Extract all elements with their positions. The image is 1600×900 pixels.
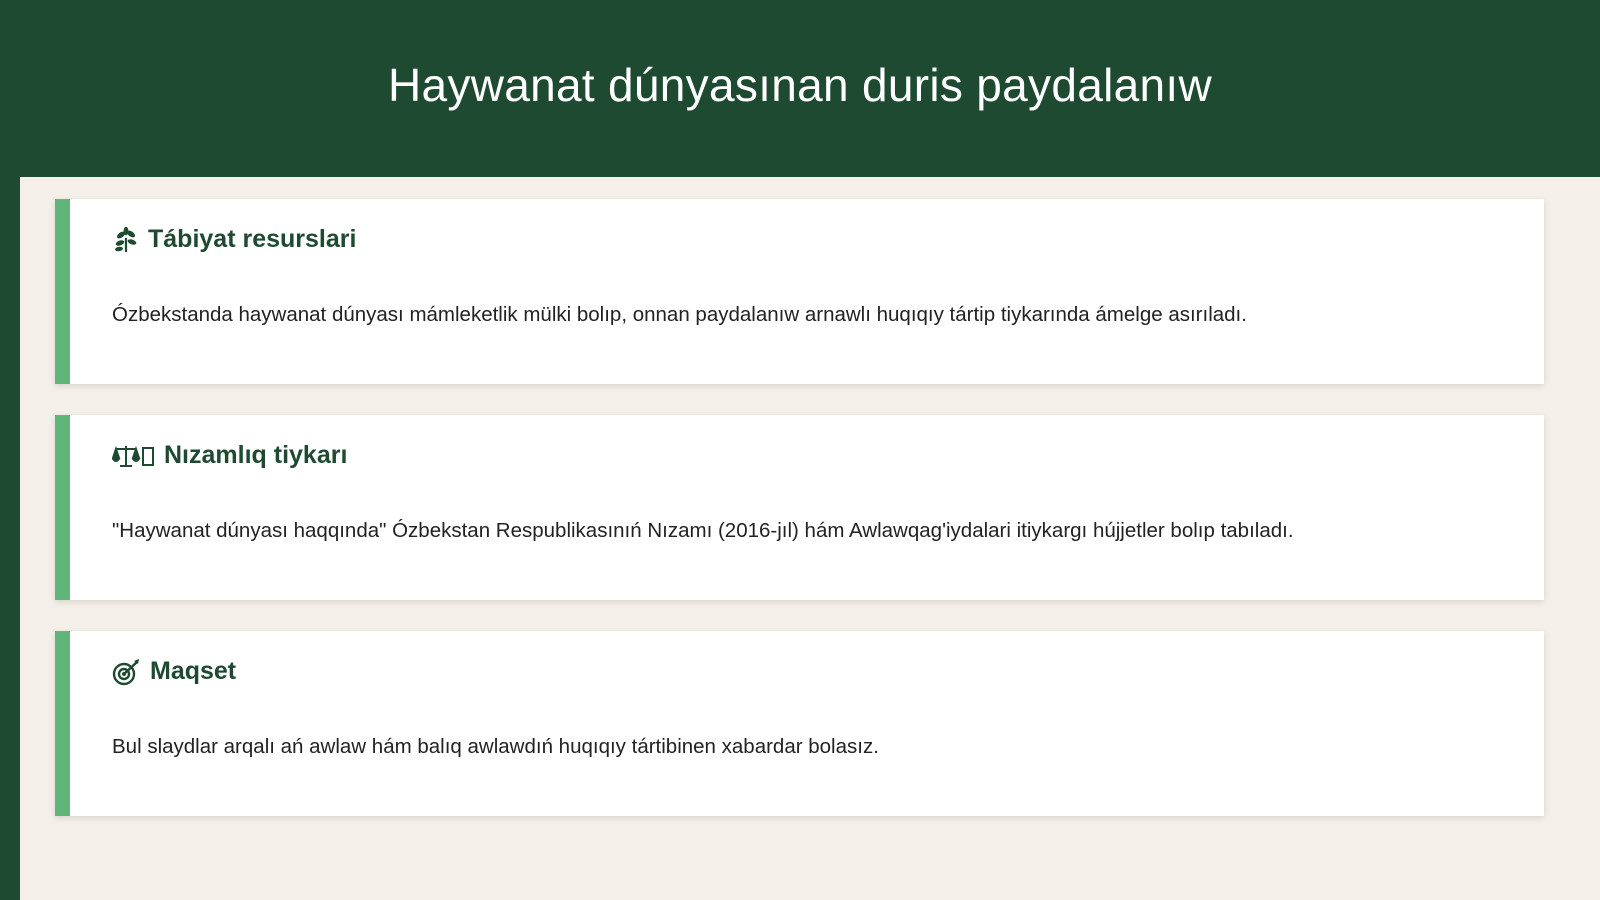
slide: Haywanat dúnyasınan duris paydalanıw Táb… <box>0 0 1600 900</box>
card-natural-resources: Tábiyat resurslari Ózbekstanda haywanat … <box>55 199 1544 384</box>
card-heading: Nızamlıq tiykarı <box>112 441 347 470</box>
card-heading-text: Tábiyat resurslari <box>148 225 357 253</box>
card-body-text: Ózbekstanda haywanat dúnyası mámleketlik… <box>112 303 1247 326</box>
card-body-text: "Haywanat dúnyası haqqında" Ózbekstan Re… <box>112 519 1294 542</box>
card-heading: Tábiyat resurslari <box>112 225 356 254</box>
page-title: Haywanat dúnyasınan duris paydalanıw <box>388 58 1212 111</box>
herb-icon <box>112 226 140 254</box>
card-legal-basis: Nızamlıq tiykarı "Haywanat dúnyası haqqı… <box>55 415 1544 600</box>
scales-icon <box>112 443 156 469</box>
card-goal: Maqset Bul slaydlar arqalı ań awlaw hám … <box>55 631 1544 816</box>
card-heading: Maqset <box>112 657 236 686</box>
card-body-text: Bul slaydlar arqalı ań awlaw hám balıq a… <box>112 735 879 758</box>
card-heading-text: Maqset <box>150 657 237 685</box>
header: Haywanat dúnyasınan duris paydalanıw <box>0 0 1600 177</box>
target-icon <box>112 658 142 686</box>
content-area: Tábiyat resurslari Ózbekstanda haywanat … <box>20 177 1600 900</box>
card-heading-text: Nızamlıq tiykarı <box>164 441 348 469</box>
